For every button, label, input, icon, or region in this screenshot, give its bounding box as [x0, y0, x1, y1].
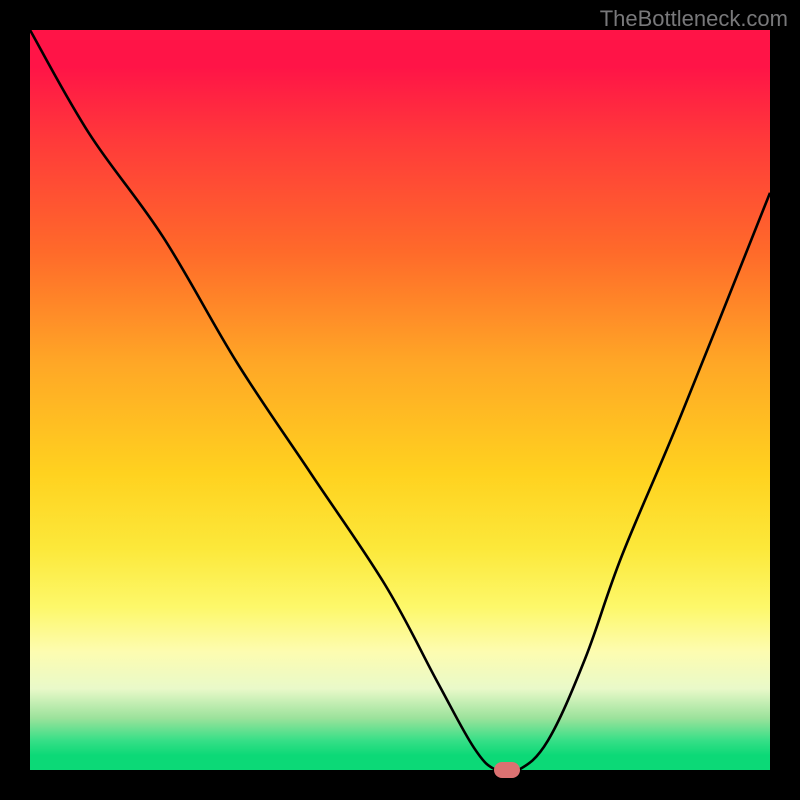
curve-svg: [30, 30, 770, 770]
optimal-point-marker: [494, 762, 520, 778]
chart-container: TheBottleneck.com: [0, 0, 800, 800]
watermark-text: TheBottleneck.com: [600, 6, 788, 32]
plot-area: [30, 30, 770, 770]
bottleneck-curve-path: [30, 30, 770, 770]
